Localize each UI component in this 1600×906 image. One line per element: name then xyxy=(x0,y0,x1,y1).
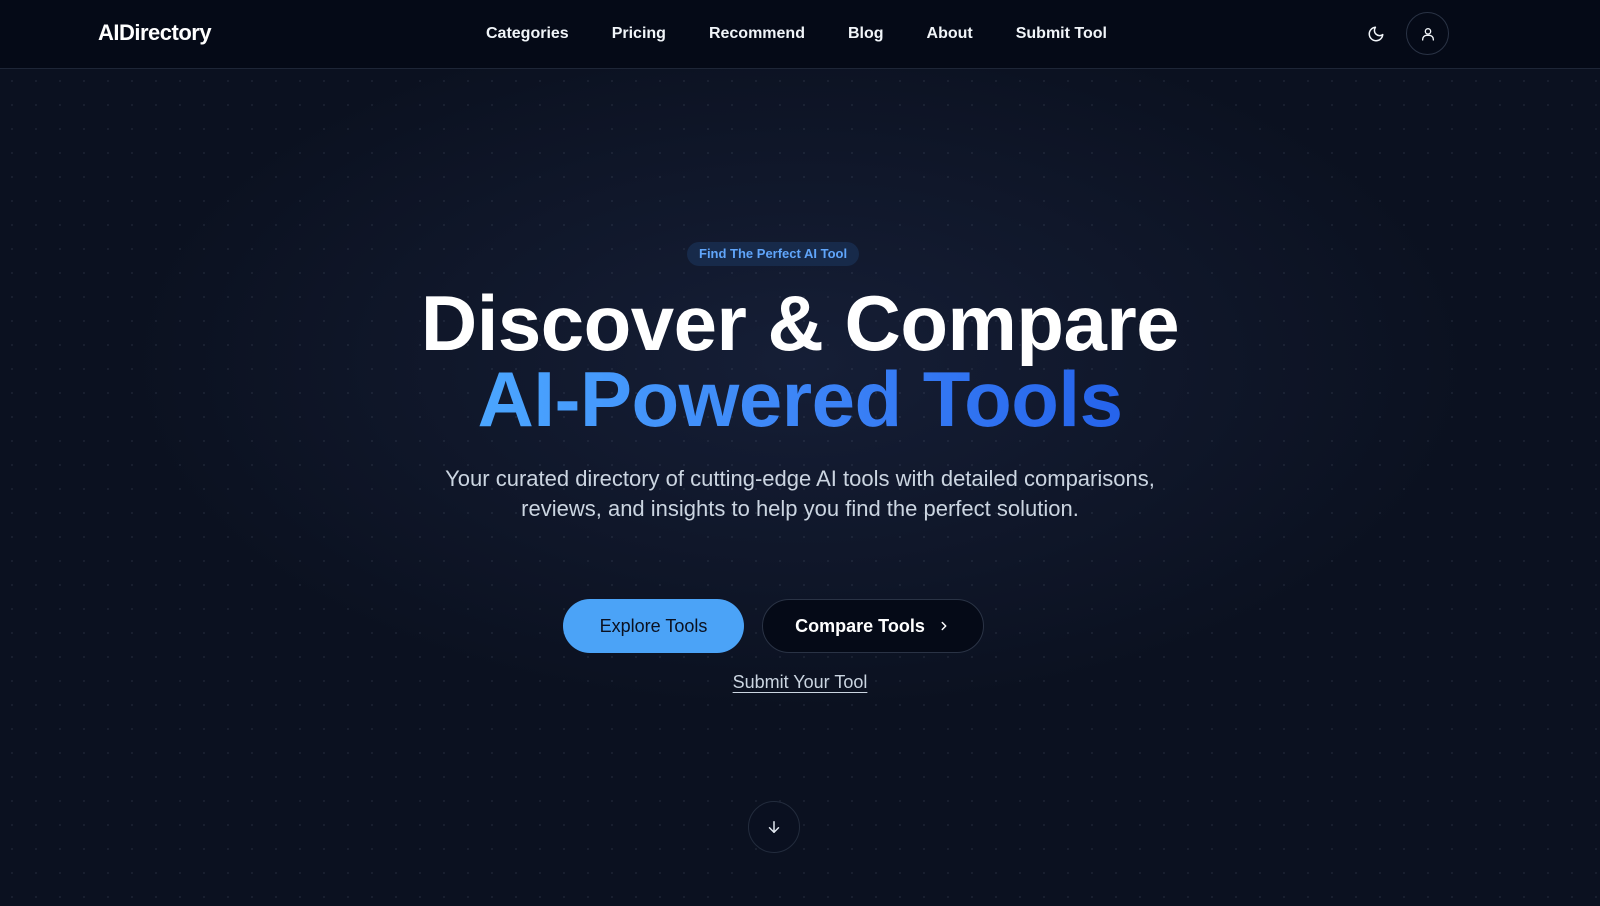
compare-tools-label: Compare Tools xyxy=(795,615,925,636)
theme-toggle-button[interactable] xyxy=(1362,20,1390,48)
scroll-down-button[interactable] xyxy=(748,801,800,853)
site-logo[interactable]: AIDirectory xyxy=(98,20,212,46)
hero-section: Find The Perfect AI Tool Discover & Comp… xyxy=(0,0,1600,906)
hero-title-highlight: AI-Powered Tools xyxy=(477,355,1123,443)
nav-link-blog[interactable]: Blog xyxy=(848,25,884,43)
moon-icon xyxy=(1368,26,1384,42)
compare-tools-button[interactable]: Compare Tools xyxy=(762,599,984,653)
page: AIDirectory Categories Pricing Recommend… xyxy=(0,0,1600,906)
arrow-down-icon xyxy=(768,821,780,833)
nav-link-categories[interactable]: Categories xyxy=(486,25,569,43)
hero-title-line-2: AI-Powered Tools xyxy=(0,357,1600,441)
nav-link-recommend[interactable]: Recommend xyxy=(709,25,805,43)
chevron-right-icon xyxy=(941,621,947,631)
hero-badge: Find The Perfect AI Tool xyxy=(687,242,860,266)
site-header: AIDirectory Categories Pricing Recommend… xyxy=(0,0,1600,69)
hero-subtitle: Your curated directory of cutting-edge A… xyxy=(445,466,1155,521)
user-account-button[interactable] xyxy=(1406,12,1449,55)
nav-link-pricing[interactable]: Pricing xyxy=(612,25,666,43)
explore-tools-button[interactable]: Explore Tools xyxy=(563,599,744,653)
main-nav: Categories Pricing Recommend Blog About … xyxy=(486,0,1107,67)
hero-title-line-1: Discover & Compare xyxy=(420,279,1180,367)
user-icon xyxy=(1421,27,1434,41)
submit-link-wrapper: Submit Your Tool xyxy=(0,672,1600,693)
nav-link-about[interactable]: About xyxy=(927,25,973,43)
submit-your-tool-link[interactable]: Submit Your Tool xyxy=(733,672,868,692)
nav-link-submit-tool[interactable]: Submit Tool xyxy=(1016,25,1107,43)
